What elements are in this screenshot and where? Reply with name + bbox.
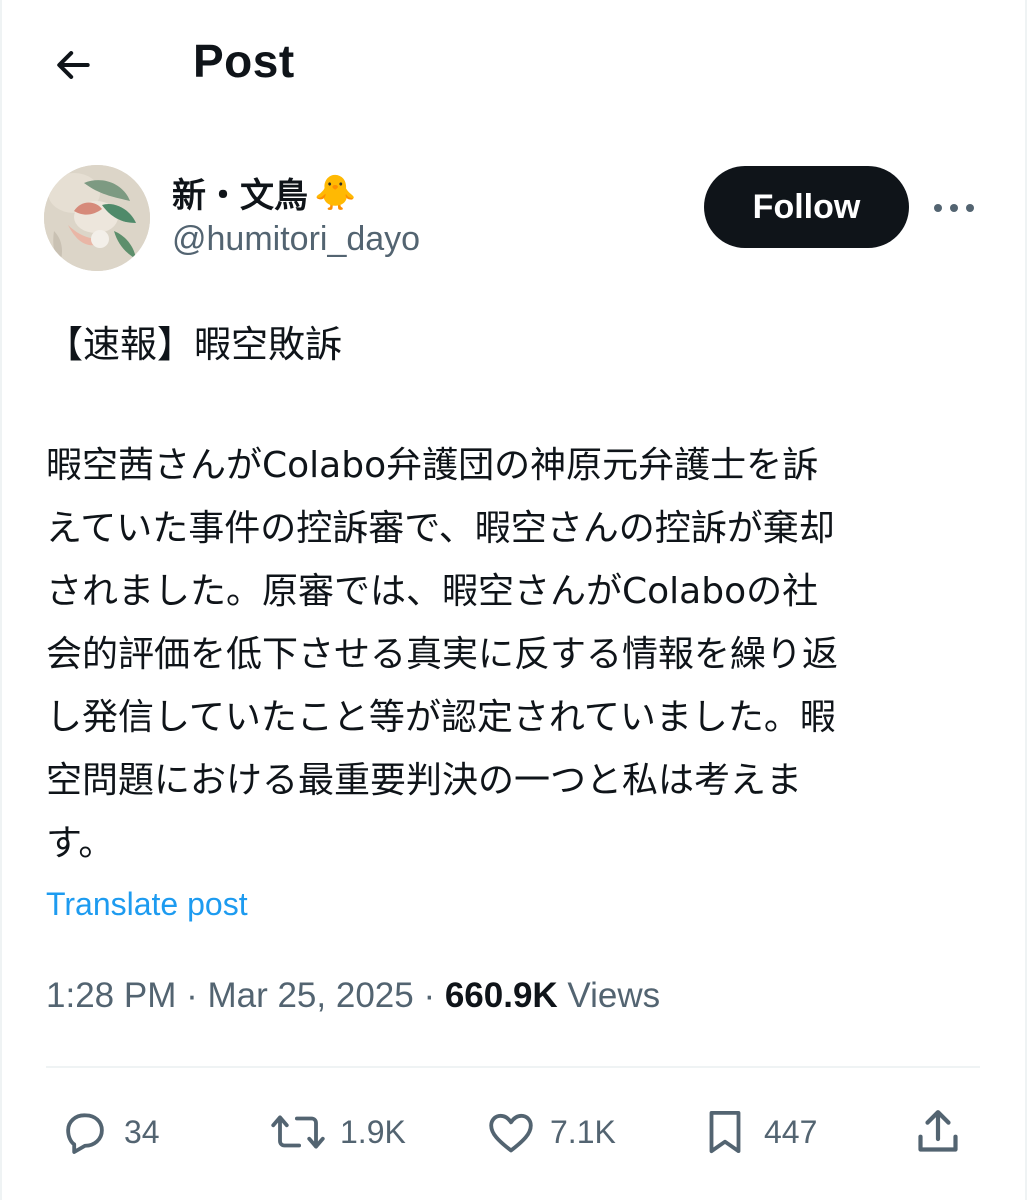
post-date[interactable]: Mar 25, 2025: [207, 976, 413, 1015]
divider: [46, 1066, 980, 1068]
header: Post: [0, 0, 1027, 130]
author-handle[interactable]: @humitori_dayo: [172, 220, 420, 259]
post-body-line: す。: [46, 823, 115, 864]
like-button[interactable]: 7.1K: [484, 1094, 616, 1170]
action-bar: 34 1.9K 7.1K 447: [0, 1094, 1027, 1170]
meta-separator: ·: [176, 976, 208, 1015]
heart-icon: [489, 1113, 533, 1153]
share-button[interactable]: [910, 1094, 966, 1170]
page-title: Post: [193, 35, 295, 87]
views-label: Views: [557, 976, 661, 1015]
post-body-line: 暇空茜さんがColabo弁護団の神原元弁護士を訴: [46, 445, 819, 486]
bookmark-icon: [709, 1110, 741, 1154]
repost-count: 1.9K: [340, 1113, 406, 1150]
post-time[interactable]: 1:28 PM: [46, 976, 176, 1015]
post-body-line: えていた事件の控訴審で、暇空さんの控訴が棄却: [46, 508, 835, 549]
post-headline: 【速報】暇空敗訴: [46, 323, 342, 366]
bookmark-count: 447: [764, 1113, 818, 1150]
reply-icon: [66, 1113, 104, 1154]
translate-post-link[interactable]: Translate post: [46, 886, 248, 923]
post-body-line: されました。原審では、暇空さんがColaboの社: [46, 571, 819, 612]
reply-count: 34: [124, 1113, 160, 1150]
frame-left-border: [0, 0, 2, 1200]
follow-button[interactable]: Follow: [704, 166, 909, 248]
author-name[interactable]: 新・文鳥 🐥: [172, 168, 356, 217]
views-count: 660.9K: [444, 976, 558, 1015]
back-button[interactable]: [48, 40, 98, 90]
bookmark-button[interactable]: 447: [698, 1094, 817, 1170]
avatar-image: [44, 165, 150, 271]
post-body-line: し発信していたこと等が認定されていました。暇: [46, 697, 836, 738]
chick-emoji-icon: 🐥: [314, 172, 357, 213]
post-body: 暇空茜さんがColabo弁護団の神原元弁護士を訴 えていた事件の控訴審で、暇空さ…: [46, 434, 976, 875]
post-body-line: 会的評価を低下させる真実に反する情報を繰り返: [46, 634, 839, 675]
share-icon: [918, 1110, 958, 1152]
more-horizontal-icon: [934, 204, 974, 212]
post-meta: 1:28 PM · Mar 25, 2025 · 660.9K Views: [46, 976, 660, 1016]
avatar[interactable]: [44, 165, 150, 271]
like-count: 7.1K: [550, 1113, 616, 1150]
repost-button[interactable]: 1.9K: [268, 1094, 406, 1170]
author-display-name: 新・文鳥: [172, 176, 308, 216]
post-body-line: 空問題における最重要判決の一つと私は考えま: [46, 760, 803, 801]
more-options-button[interactable]: [928, 188, 980, 228]
reply-button[interactable]: 34: [58, 1094, 160, 1170]
meta-separator: ·: [413, 976, 445, 1015]
arrow-left-icon: [57, 51, 90, 79]
repost-icon: [271, 1115, 325, 1149]
